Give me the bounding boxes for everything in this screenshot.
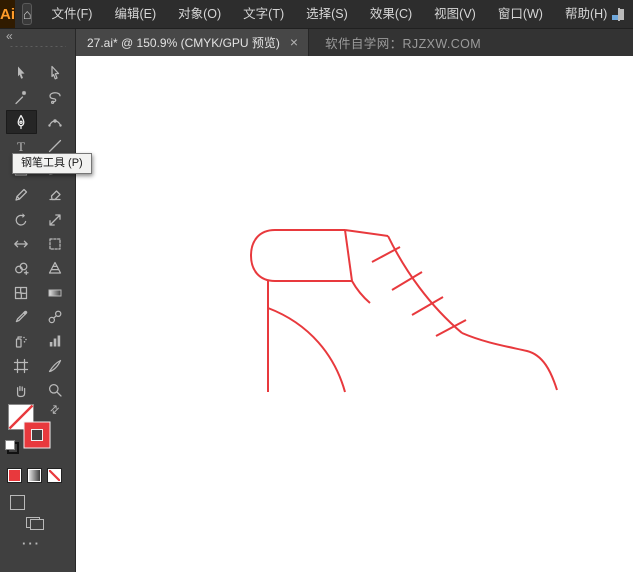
mesh-tool[interactable] [6,281,37,305]
pen-tool-tooltip: 钢笔工具 (P) [12,153,92,174]
eyedropper-tool[interactable] [6,305,37,329]
column-graph-tool[interactable] [40,329,71,353]
edit-toolbar-ellipsis-icon[interactable]: ··· [22,536,41,551]
watermark-text: 软件自学网：RJZXW.COM [325,36,482,51]
stroke-swatch-red[interactable] [23,421,51,449]
gradient-button[interactable] [27,468,42,483]
menu-help[interactable]: 帮助(H) [554,0,618,28]
svg-text:T: T [17,139,25,154]
menu-window[interactable]: 窗口(W) [487,0,554,28]
artboard-tool[interactable] [6,354,37,378]
panel-grip[interactable] [9,45,66,48]
menu-bar: Ai ⌂ 文件(F) 编辑(E) 对象(O) 文字(T) 选择(S) 效果(C)… [0,0,633,29]
gradient-tool[interactable] [40,281,71,305]
shoe-lace-hatch-3 [411,296,444,316]
menu-edit[interactable]: 编辑(E) [103,0,167,28]
shoe-cuff-right-edge [344,229,353,282]
hand-tool[interactable] [6,378,37,402]
workspace-switcher-icon[interactable] [612,7,625,21]
tools-panel: « T ⇄ ··· [0,28,76,572]
shoe-heel-curve [267,307,346,393]
menu-view[interactable]: 视图(V) [423,0,487,28]
lasso-tool[interactable] [40,86,71,110]
artboard-canvas[interactable] [75,56,633,572]
default-fill-stroke-icon[interactable] [5,440,19,454]
document-tab[interactable]: 27.ai* @ 150.9% (CMYK/GPU 预览) × [75,28,310,56]
shoe-drawing [249,229,558,393]
menu-type[interactable]: 文字(T) [232,0,295,28]
shoe-cuff [249,229,352,282]
shoe-top-edge [344,229,389,237]
illustrator-logo: Ai [0,0,15,28]
magic-wand-tool[interactable] [6,86,37,110]
shoe-tongue-curve [351,280,371,304]
home-icon[interactable]: ⌂ [22,3,33,25]
shoe-lace-hatch-1 [371,246,401,263]
menu-select[interactable]: 选择(S) [295,0,359,28]
menu-file[interactable]: 文件(F) [40,0,103,28]
menu-effect[interactable]: 效果(C) [359,0,423,28]
width-tool[interactable] [6,232,37,256]
eraser-tool[interactable] [40,183,71,207]
fill-stroke-swatches: ⇄ [0,402,75,462]
rotate-tool[interactable] [6,208,37,232]
swap-fill-stroke-icon[interactable]: ⇄ [47,402,62,417]
blend-tool[interactable] [40,305,71,329]
pencil-tool[interactable] [6,183,37,207]
shoe-lace-hatch-2 [391,271,423,291]
shoe-toe-curve [461,332,558,391]
selection-tool[interactable] [6,61,37,85]
pen-tool[interactable] [5,109,37,134]
curvature-tool[interactable] [40,110,71,134]
screen-mode-icon[interactable] [26,517,44,530]
close-tab-icon[interactable]: × [290,35,298,49]
shape-builder-tool[interactable] [6,256,37,280]
color-type-buttons [7,468,62,483]
perspective-grid-tool[interactable] [40,256,71,280]
collapse-panel-icon[interactable]: « [6,29,13,43]
drawing-mode-icon[interactable] [10,495,25,510]
free-transform-tool[interactable] [40,232,71,256]
menu-object[interactable]: 对象(O) [167,0,232,28]
scale-tool[interactable] [40,208,71,232]
direct-selection-tool[interactable] [40,61,71,85]
tools-grid: T [4,61,72,402]
symbol-sprayer-tool[interactable] [6,329,37,353]
document-tab-bar: 27.ai* @ 150.9% (CMYK/GPU 预览) × 软件自学网：RJ… [75,28,633,56]
document-tab-title: 27.ai* @ 150.9% (CMYK/GPU 预览) [87,35,280,50]
zoom-tool[interactable] [40,378,71,402]
none-button[interactable] [47,468,62,483]
shoe-front-curve [387,235,463,334]
color-button[interactable] [7,468,22,483]
slice-tool[interactable] [40,354,71,378]
